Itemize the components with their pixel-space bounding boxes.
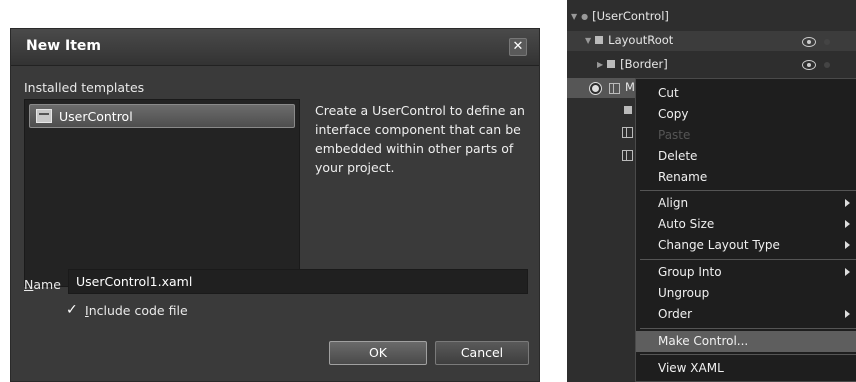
submenu-arrow-icon	[845, 199, 850, 207]
menu-separator	[640, 354, 856, 355]
child-node-icon	[624, 106, 632, 114]
menu-item-align[interactable]: Align	[636, 193, 856, 214]
tree-row-selected[interactable]: M	[625, 80, 635, 100]
target-icon	[589, 82, 602, 95]
border-icon	[607, 60, 616, 68]
menu-item-ungroup[interactable]: Ungroup	[636, 283, 856, 304]
cancel-button[interactable]: Cancel	[435, 341, 529, 365]
menu-item-order[interactable]: Order	[636, 304, 856, 325]
usercontrol-icon	[36, 109, 52, 123]
template-label: UserControl	[59, 109, 133, 124]
grid-icon	[609, 83, 620, 94]
visibility-eye-icon[interactable]	[802, 37, 816, 47]
lock-dot-icon[interactable]	[824, 39, 830, 45]
submenu-arrow-icon	[845, 241, 850, 249]
menu-item-rename[interactable]: Rename	[636, 167, 856, 188]
child-node-icon	[622, 150, 633, 161]
menu-separator	[640, 190, 856, 191]
child-node-icon	[622, 127, 633, 138]
collapse-arrow-icon: ▶	[597, 60, 604, 69]
menu-item-cut[interactable]: Cut	[636, 83, 856, 104]
menu-separator	[640, 328, 856, 329]
tree-row-usercontrol[interactable]: ▼ ● [UserControl]	[571, 9, 669, 29]
menu-separator	[640, 259, 856, 260]
tree-row-label: M	[625, 80, 635, 94]
name-input[interactable]	[68, 269, 528, 294]
tree-row-label: [UserControl]	[592, 9, 669, 23]
menu-item-view-xaml[interactable]: View XAML	[636, 358, 856, 379]
include-code-label[interactable]: Include code file	[85, 303, 188, 318]
menu-item-copy[interactable]: Copy	[636, 104, 856, 125]
name-label: Name	[24, 277, 61, 292]
installed-templates-label: Installed templates	[24, 80, 145, 95]
menu-item-delete[interactable]: Delete	[636, 146, 856, 167]
grid-layout-icon	[595, 36, 604, 44]
close-button[interactable]: ✕	[509, 38, 527, 56]
dialog-titlebar: New Item ✕	[11, 29, 539, 66]
submenu-arrow-icon	[845, 310, 850, 318]
menu-item-change-layout-type[interactable]: Change Layout Type	[636, 235, 856, 256]
tree-row-border[interactable]: ▶ [Border]	[597, 57, 668, 77]
tree-row-layoutroot[interactable]: ▼ LayoutRoot	[585, 33, 673, 53]
submenu-arrow-icon	[845, 268, 850, 276]
menu-item-make-control[interactable]: Make Control...	[636, 331, 856, 352]
expand-arrow-icon: ▼	[585, 36, 592, 45]
menu-item-group-into[interactable]: Group Into	[636, 262, 856, 283]
dialog-title: New Item	[26, 38, 102, 54]
include-code-checkbox[interactable]: ✓	[66, 303, 80, 317]
ok-button[interactable]: OK	[329, 341, 427, 365]
expand-arrow-icon: ▼	[571, 12, 578, 21]
template-list[interactable]: UserControl	[24, 99, 300, 287]
lock-dot-icon[interactable]	[824, 62, 830, 68]
tree-row-label: LayoutRoot	[608, 33, 674, 47]
menu-item-paste: Paste	[658, 128, 691, 142]
context-menu: Cut Copy Paste Delete Rename Align Auto …	[635, 78, 856, 382]
tree-row-label: [Border]	[620, 57, 668, 71]
menu-item-auto-size[interactable]: Auto Size	[636, 214, 856, 235]
visibility-eye-icon[interactable]	[802, 60, 816, 70]
template-description: Create a UserControl to define an interf…	[315, 103, 525, 175]
close-icon: ✕	[512, 39, 524, 54]
node-icon: ●	[581, 12, 589, 21]
submenu-arrow-icon	[845, 220, 850, 228]
new-item-dialog: New Item ✕ Installed templates UserContr…	[10, 28, 540, 382]
template-item-usercontrol[interactable]: UserControl	[29, 104, 295, 128]
